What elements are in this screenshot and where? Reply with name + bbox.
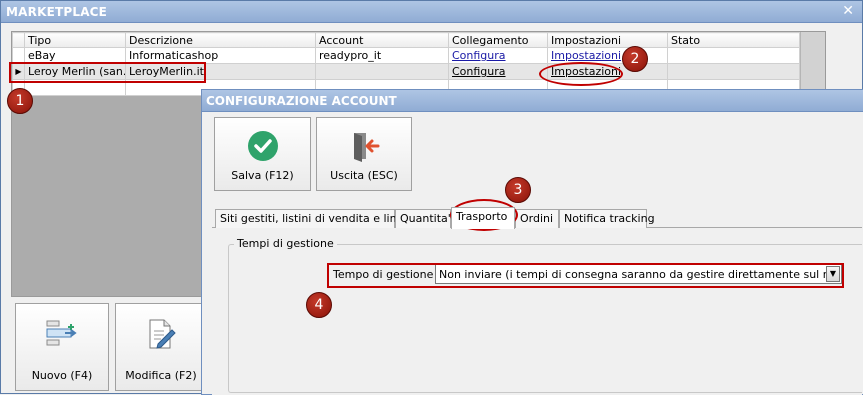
new-record-icon — [45, 318, 79, 351]
cell-collegamento: Configura — [448, 63, 548, 80]
marketplace-window: MARKETPLACE ✕ Tipo Descrizione Account C… — [0, 0, 863, 395]
impostazioni-link[interactable]: Impostazioni — [551, 49, 621, 62]
uscita-button[interactable]: Uscita (ESC) — [316, 117, 412, 191]
configura-link[interactable]: Configura — [452, 49, 506, 62]
tab-siti-gestiti[interactable]: Siti gestiti, listini di vendita e lingu… — [215, 209, 417, 228]
check-circle-icon — [247, 130, 279, 165]
dialog-title-bar: CONFIGURAZIONE ACCOUNT — [202, 90, 863, 112]
step-badge-3: 3 — [505, 177, 531, 203]
cell-impostazioni: Impostazioni — [547, 47, 668, 64]
dialog-title: CONFIGURAZIONE ACCOUNT — [206, 94, 397, 108]
edit-document-icon — [144, 318, 178, 353]
configura-link[interactable]: Configura — [452, 65, 506, 78]
tab-quantita[interactable]: Quantita' — [395, 209, 451, 228]
tab-notifica-tracking[interactable]: Notifica tracking — [559, 209, 655, 228]
modifica-button-label: Modifica (F2) — [125, 369, 197, 382]
cell-account: readypro_it — [315, 47, 449, 64]
column-header-collegamento[interactable]: Collegamento — [448, 32, 548, 48]
exit-door-icon — [348, 130, 380, 165]
salva-button[interactable]: Salva (F12) — [214, 117, 311, 191]
cell-stato — [667, 63, 800, 80]
column-header-descrizione[interactable]: Descrizione — [125, 32, 316, 48]
step-badge-1: 1 — [7, 88, 33, 114]
cell-account — [315, 63, 449, 80]
column-header-account[interactable]: Account — [315, 32, 449, 48]
uscita-button-label: Uscita (ESC) — [330, 169, 398, 182]
step-badge-4: 4 — [306, 292, 332, 318]
highlight-impostazioni — [539, 62, 623, 86]
nuovo-button[interactable]: Nuovo (F4) — [15, 303, 109, 391]
column-header-stato[interactable]: Stato — [667, 32, 800, 48]
close-icon[interactable]: ✕ — [842, 3, 854, 19]
cell-collegamento: Configura — [448, 47, 548, 64]
tab-ordini[interactable]: Ordini — [515, 209, 559, 228]
salva-button-label: Salva (F12) — [231, 169, 294, 182]
group-legend: Tempi di gestione — [234, 237, 337, 250]
modifica-button[interactable]: Modifica (F2) — [115, 303, 207, 391]
tab-trasporto[interactable]: Trasporto — [451, 207, 515, 229]
step-badge-2: 2 — [622, 46, 648, 72]
nuovo-button-label: Nuovo (F4) — [31, 369, 93, 382]
highlight-tempo-di-gestione — [327, 263, 844, 288]
table-header-row: Tipo Descrizione Account Collegamento Im… — [12, 32, 800, 48]
title-bar: MARKETPLACE ✕ — [1, 1, 862, 23]
row-indicator-header — [12, 32, 25, 48]
highlight-leroy-row — [9, 62, 206, 83]
column-header-tipo[interactable]: Tipo — [24, 32, 126, 48]
cell-stato — [667, 47, 800, 64]
column-header-impostazioni[interactable]: Impostazioni — [547, 32, 668, 48]
window-title: MARKETPLACE — [6, 5, 108, 19]
